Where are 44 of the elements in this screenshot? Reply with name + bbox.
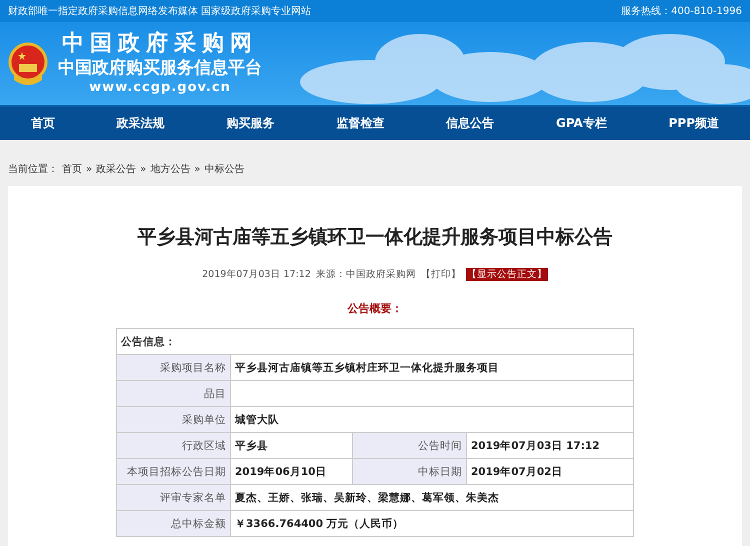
summary-heading: 公告概要： xyxy=(348,301,402,316)
field-label: 行政区域 xyxy=(116,432,230,458)
field-label: 总中标金额 xyxy=(116,510,230,536)
breadcrumb-link[interactable]: 地方公告 xyxy=(150,162,190,176)
nav-link[interactable]: GPA专栏 xyxy=(556,115,607,132)
field-label: 公告时间 xyxy=(352,432,466,458)
field-label: 采购单位 xyxy=(116,406,230,432)
breadcrumb-link[interactable]: 中标公告 xyxy=(204,162,244,176)
nav-link[interactable]: 监督检查 xyxy=(336,115,384,132)
field-value: 2019年07月03日 17:12 xyxy=(466,432,634,458)
table-heading: 公告信息： xyxy=(116,328,634,354)
field-label: 采购项目名称 xyxy=(116,354,230,380)
field-value: 平乡县河古庙镇等五乡镇村庄环卫一体化提升服务项目 xyxy=(230,354,634,380)
tagline-text: 财政部唯一指定政府采购信息网络发布媒体 国家级政府采购专业网站 xyxy=(8,4,312,18)
field-label: 本项目招标公告日期 xyxy=(116,458,230,484)
show-body-button[interactable]: 【显示公告正文】 xyxy=(466,268,548,281)
nav-link[interactable]: 政采法规 xyxy=(116,115,165,132)
breadcrumb-separator: » xyxy=(86,164,92,174)
emblem-icon xyxy=(8,42,48,86)
breadcrumb-label: 当前位置： xyxy=(8,162,58,176)
breadcrumb-link[interactable]: 首页 xyxy=(62,162,82,176)
nav-link[interactable]: 购买服务 xyxy=(226,115,275,132)
field-value: 2019年06月10日 xyxy=(230,458,352,484)
breadcrumb-link[interactable]: 政采公告 xyxy=(96,162,136,176)
nav-link[interactable]: 信息公告 xyxy=(446,115,494,132)
site-subtitle: 中国政府购买服务信息平台 xyxy=(58,56,262,78)
field-label: 评审专家名单 xyxy=(116,484,230,510)
nav-link[interactable]: PPP频道 xyxy=(668,115,720,132)
site-title: 中国政府采购网 xyxy=(62,30,258,56)
field-label: 中标日期 xyxy=(352,458,466,484)
field-label: 品目 xyxy=(116,380,230,406)
print-link[interactable]: 【打印】 xyxy=(420,268,461,281)
hotline-text: 服务热线：400-810-1996 xyxy=(621,4,742,18)
breadcrumb-separator: » xyxy=(194,164,200,174)
field-value: 夏杰、王娇、张瑞、吴新玲、梁慧娜、葛军领、朱美杰 xyxy=(230,484,634,510)
source-text: 来源：中国政府采购网 xyxy=(316,268,416,281)
field-value: 2019年07月02日 xyxy=(466,458,634,484)
field-value: ￥3366.764400 万元（人民币） xyxy=(230,510,634,536)
field-value: 平乡县 xyxy=(230,432,352,458)
article-title: 平乡县河古庙等五乡镇环卫一体化提升服务项目中标公告 xyxy=(138,225,612,250)
nav-link[interactable]: 首页 xyxy=(30,115,55,132)
publish-date: 2019年07月03日 17:12 xyxy=(202,268,311,281)
breadcrumb-separator: » xyxy=(140,164,146,174)
site-url: www.ccgp.gov.cn xyxy=(89,78,231,96)
